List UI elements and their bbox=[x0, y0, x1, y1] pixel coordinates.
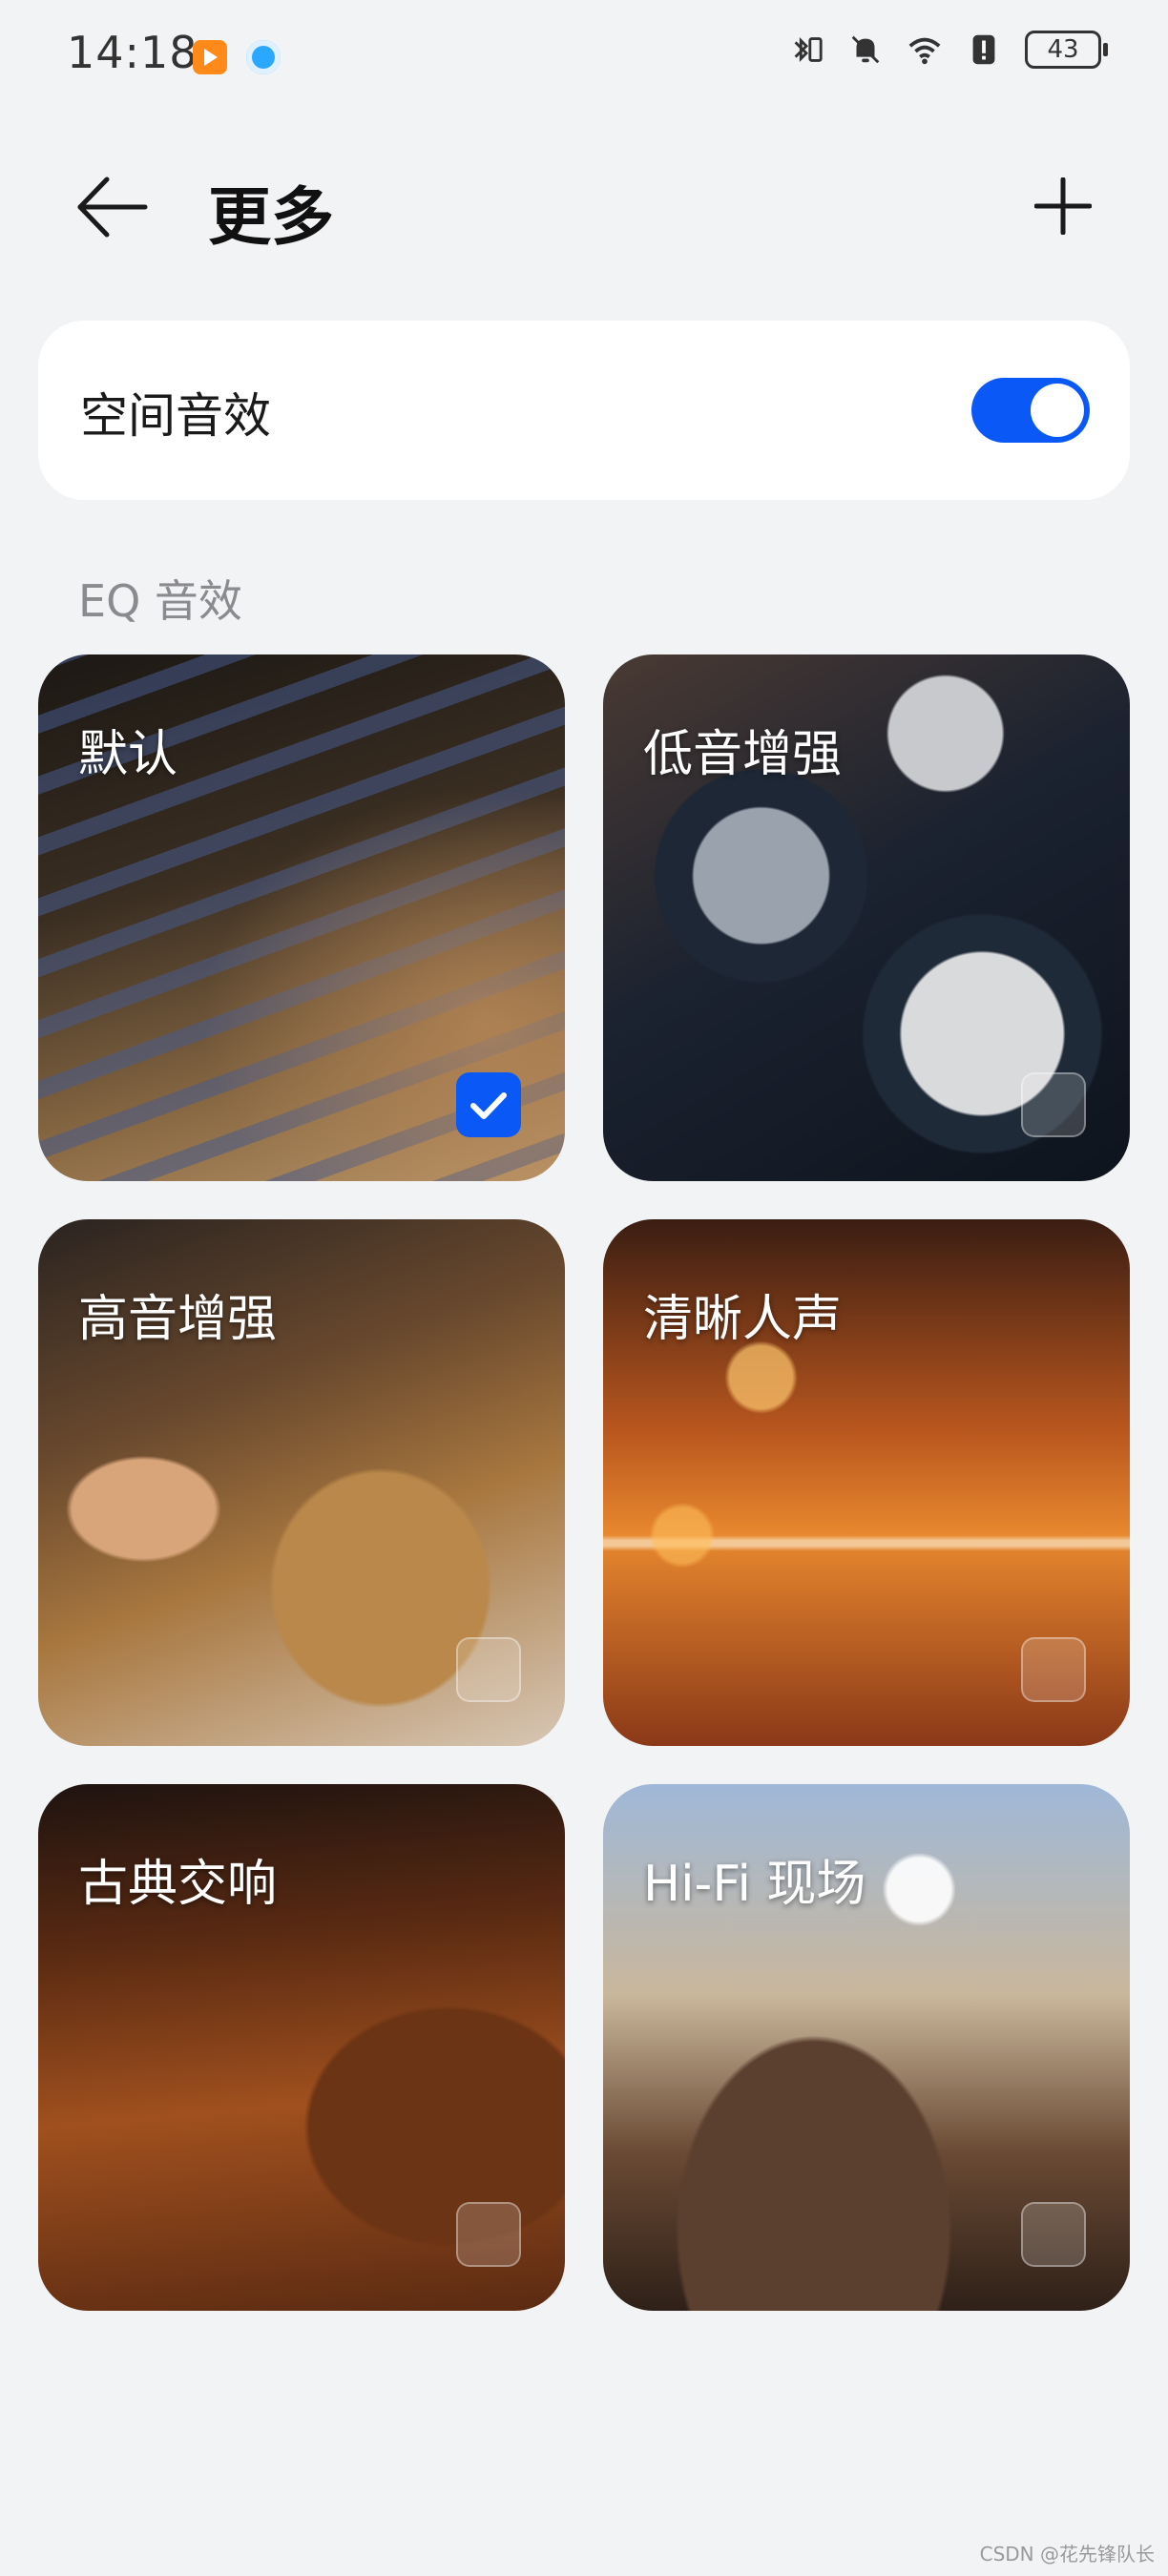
eq-preset-classical[interactable]: 古典交响 bbox=[38, 1784, 565, 2311]
battery-level: 43 bbox=[1047, 35, 1079, 64]
eq-section-label: EQ 音效 bbox=[78, 575, 242, 627]
eq-preset-label: Hi-Fi 现场 bbox=[643, 1856, 866, 1913]
watermark: CSDN @花先锋队长 bbox=[979, 2543, 1155, 2566]
header: 更多 bbox=[0, 153, 1168, 258]
spatial-audio-toggle[interactable] bbox=[971, 378, 1090, 443]
back-arrow-icon[interactable] bbox=[74, 174, 151, 240]
eq-preset-label: 古典交响 bbox=[78, 1856, 278, 1913]
browser-icon bbox=[246, 40, 281, 74]
checkbox[interactable] bbox=[456, 2202, 521, 2267]
eq-preset-label: 默认 bbox=[78, 726, 178, 783]
checkmark-icon bbox=[470, 1092, 507, 1119]
eq-preset-hifi-live[interactable]: Hi-Fi 现场 bbox=[603, 1784, 1130, 2311]
checkbox-checked[interactable] bbox=[456, 1072, 521, 1137]
spatial-audio-card: 空间音效 bbox=[38, 321, 1130, 500]
eq-preset-treble-boost[interactable]: 高音增强 bbox=[38, 1219, 565, 1746]
checkbox[interactable] bbox=[1021, 1637, 1086, 1702]
eq-preset-label: 高音增强 bbox=[78, 1291, 278, 1348]
wifi-icon bbox=[908, 37, 941, 65]
eq-preset-label: 清晰人声 bbox=[643, 1291, 843, 1348]
bluetooth-vibrate-icon bbox=[794, 37, 823, 62]
checkbox[interactable] bbox=[1021, 1072, 1086, 1137]
battery-icon: 43 bbox=[1025, 31, 1108, 69]
status-bar: 14:18 43 bbox=[0, 0, 1168, 114]
page-title: 更多 bbox=[208, 180, 334, 254]
toggle-knob bbox=[1031, 384, 1084, 437]
eq-preset-label: 低音增强 bbox=[643, 726, 843, 783]
eq-preset-bass-boost[interactable]: 低音增强 bbox=[603, 654, 1130, 1181]
checkbox[interactable] bbox=[456, 1637, 521, 1702]
status-time: 14:18 bbox=[67, 27, 198, 78]
spatial-audio-label: 空间音效 bbox=[80, 388, 271, 444]
plus-icon[interactable] bbox=[1034, 177, 1092, 235]
checkbox[interactable] bbox=[1021, 2202, 1086, 2267]
eq-preset-clear-vocal[interactable]: 清晰人声 bbox=[603, 1219, 1130, 1746]
app-notification-icon bbox=[193, 40, 227, 74]
alert-icon bbox=[972, 34, 995, 65]
mute-icon bbox=[851, 35, 880, 64]
eq-preset-default[interactable]: 默认 bbox=[38, 654, 565, 1181]
